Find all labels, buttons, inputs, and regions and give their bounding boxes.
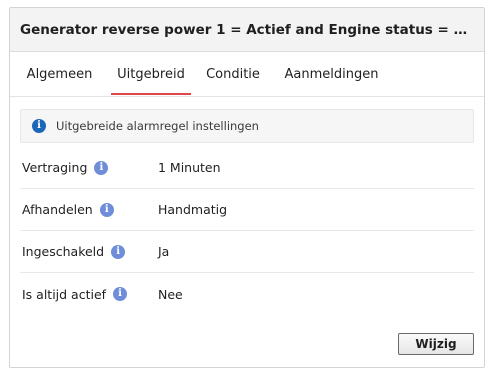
- setting-value: Handmatig: [158, 202, 228, 217]
- tab-content: i Uitgebreide alarmregel instellingen Ve…: [10, 97, 484, 315]
- info-icon[interactable]: i: [113, 287, 128, 301]
- info-icon: i: [32, 119, 46, 133]
- info-icon[interactable]: i: [111, 244, 126, 259]
- panel-header: Generator reverse power 1 = Actief and E…: [10, 8, 484, 52]
- edit-button[interactable]: Wijzig: [398, 333, 474, 355]
- setting-label: Is altijd actief: [22, 286, 107, 302]
- settings-list: Vertraging i 1 Minuten Afhandelen i Hand…: [20, 147, 474, 315]
- tab-aanmeldingen[interactable]: Aanmeldingen: [275, 52, 388, 96]
- setting-label: Afhandelen: [22, 202, 93, 217]
- setting-value: 1 Minuten: [158, 160, 221, 175]
- setting-label: Vertraging: [22, 160, 88, 175]
- setting-value: Nee: [158, 286, 183, 302]
- setting-row-vertraging: Vertraging i 1 Minuten: [20, 147, 474, 189]
- tab-bar: Algemeen Uitgebreid Conditie Aanmeldinge…: [10, 52, 484, 97]
- alarm-rule-panel: Generator reverse power 1 = Actief and E…: [9, 7, 485, 368]
- tab-uitgebreid[interactable]: Uitgebreid: [111, 52, 191, 96]
- info-icon[interactable]: i: [99, 202, 114, 217]
- tab-algemeen[interactable]: Algemeen: [10, 52, 109, 96]
- setting-label: Ingeschakeld: [22, 244, 105, 259]
- setting-value: Ja: [158, 244, 170, 259]
- info-banner-text: Uitgebreide alarmregel instellingen: [56, 119, 259, 133]
- tab-conditie[interactable]: Conditie: [191, 52, 275, 96]
- info-banner: i Uitgebreide alarmregel instellingen: [20, 109, 474, 143]
- setting-row-afhandelen: Afhandelen i Handmatig: [20, 189, 474, 231]
- info-icon[interactable]: i: [94, 160, 109, 175]
- panel-footer: Wijzig: [398, 333, 474, 355]
- panel-title: Generator reverse power 1 = Actief and E…: [20, 21, 476, 38]
- setting-row-ingeschakeld: Ingeschakeld i Ja: [20, 231, 474, 273]
- setting-row-is-altijd-actief: Is altijd actief i Nee: [20, 273, 474, 315]
